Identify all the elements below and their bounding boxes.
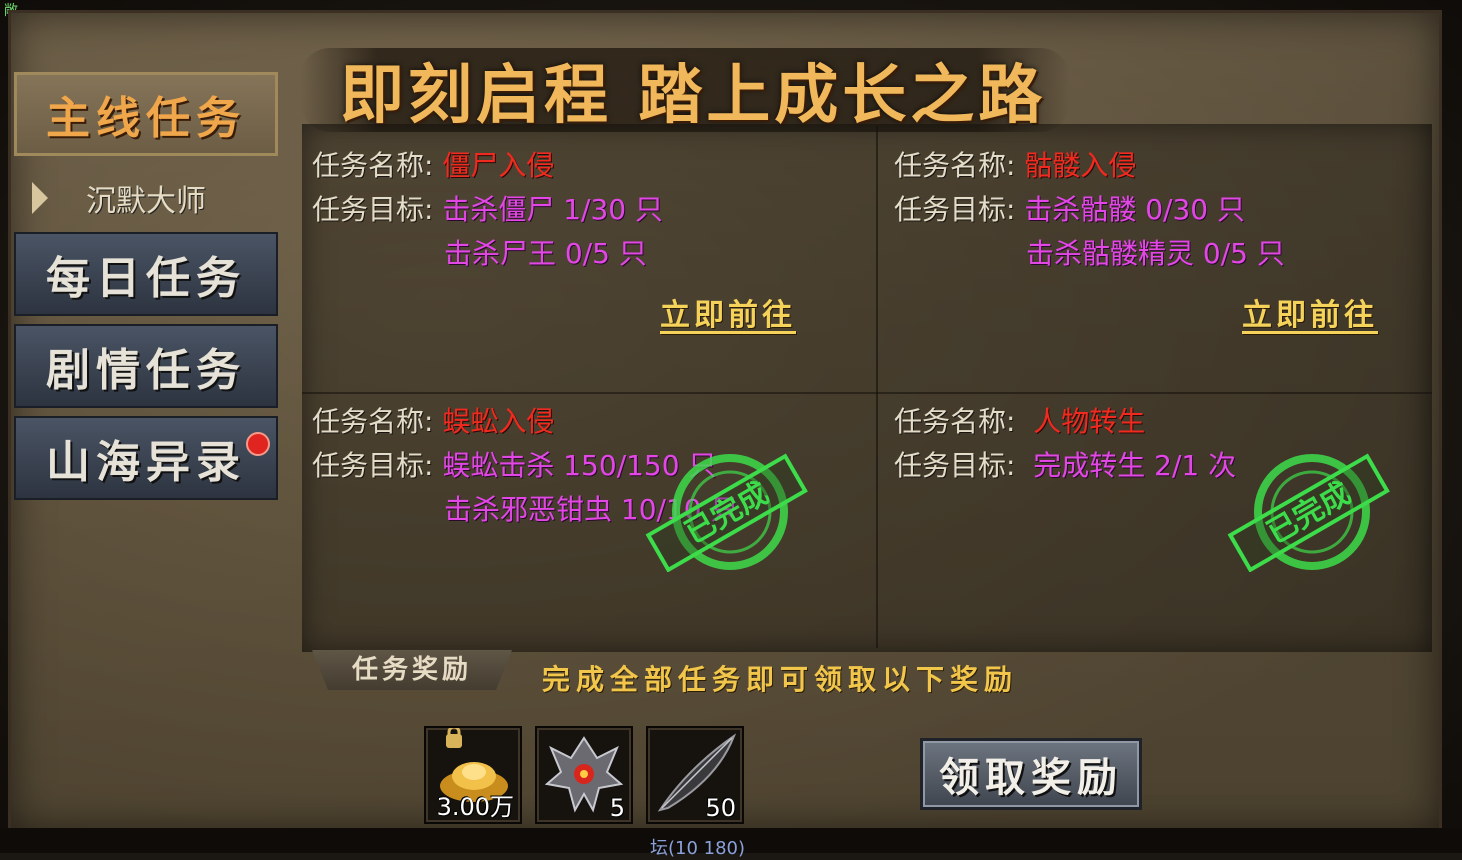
reward-tab: 任务奖励 (312, 650, 512, 690)
item-count: 3.00万 (436, 793, 514, 821)
task-goal-label: 任务目标: (894, 193, 1016, 226)
reward-item-3[interactable]: 50 (646, 726, 744, 824)
arrow-right-icon (32, 182, 48, 214)
task-name-label: 任务名称: (894, 149, 1016, 182)
tab-daily-quest[interactable]: 每日任务 (14, 232, 278, 316)
task-card-4: 任务名称: 人物转生 任务目标: 完成转生 2/1 次 (894, 400, 1236, 488)
tab-story-quest-label: 剧情任务 (46, 345, 246, 396)
task-name: 蜈蚣入侵 (442, 405, 555, 438)
task-name-label: 任务名称: (894, 405, 1016, 438)
task-card-2: 任务名称: 骷髅入侵 任务目标: 击杀骷髅 0/30 只 击杀骷髅精灵 0/5 … (894, 144, 1285, 276)
task-goal: 击杀骷髅精灵 0/5 只 (1026, 237, 1285, 270)
task-name-label: 任务名称: (312, 149, 434, 182)
tab-main-quest-label: 主线任务 (46, 93, 246, 144)
sub-item-label: 沉默大师 (86, 184, 206, 219)
tab-main-quest[interactable]: 主线任务 (14, 72, 278, 156)
task-goal-label: 任务目标: (312, 449, 434, 482)
task-name: 人物转生 (1033, 405, 1146, 438)
divider-horizontal (302, 392, 1432, 394)
tab-story-quest[interactable]: 剧情任务 (14, 324, 278, 408)
tab-shanhai-record[interactable]: 山海异录 (14, 416, 278, 500)
tab-daily-quest-label: 每日任务 (46, 253, 246, 304)
task-card-1: 任务名称: 僵尸入侵 任务目标: 击杀僵尸 1/30 只 击杀尸王 0/5 只 (312, 144, 663, 276)
task-goal: 击杀僵尸 1/30 只 (442, 193, 664, 226)
divider-vertical (876, 126, 878, 648)
task-goal: 击杀骷髅 0/30 只 (1024, 193, 1246, 226)
reward-item-2[interactable]: 5 (535, 726, 633, 824)
task-goal-label: 任务目标: (312, 193, 434, 226)
claim-reward-button[interactable]: 领取奖励 (920, 738, 1142, 810)
task-goal-label: 任务目标: (894, 449, 1016, 482)
tab-shanhai-record-label: 山海异录 (46, 437, 246, 488)
completed-stamp: 已完成 (1227, 453, 1390, 572)
task-name: 骷髅入侵 (1024, 149, 1137, 182)
goto-button[interactable]: 立即前往 (660, 290, 796, 334)
panel-title: 即刻启程 踏上成长之路 (340, 58, 1047, 133)
sub-item-silent-master[interactable]: 沉默大师 (14, 168, 278, 226)
task-name: 僵尸入侵 (442, 149, 555, 182)
notification-dot (246, 432, 270, 456)
reward-item-1[interactable]: 3.00万 (424, 725, 522, 824)
task-goal: 完成转生 2/1 次 (1033, 449, 1237, 482)
item-count: 5 (609, 794, 625, 822)
reward-note: 完成全部任务即可领取以下奖励 (542, 663, 1019, 696)
bottom-text: 坛(10 180) (650, 838, 746, 859)
task-name-label: 任务名称: (312, 405, 434, 438)
task-goal: 击杀尸王 0/5 只 (444, 237, 647, 270)
completed-stamp: 已完成 (645, 453, 808, 572)
item-count: 50 (705, 794, 736, 822)
goto-button[interactable]: 立即前往 (1242, 290, 1378, 334)
